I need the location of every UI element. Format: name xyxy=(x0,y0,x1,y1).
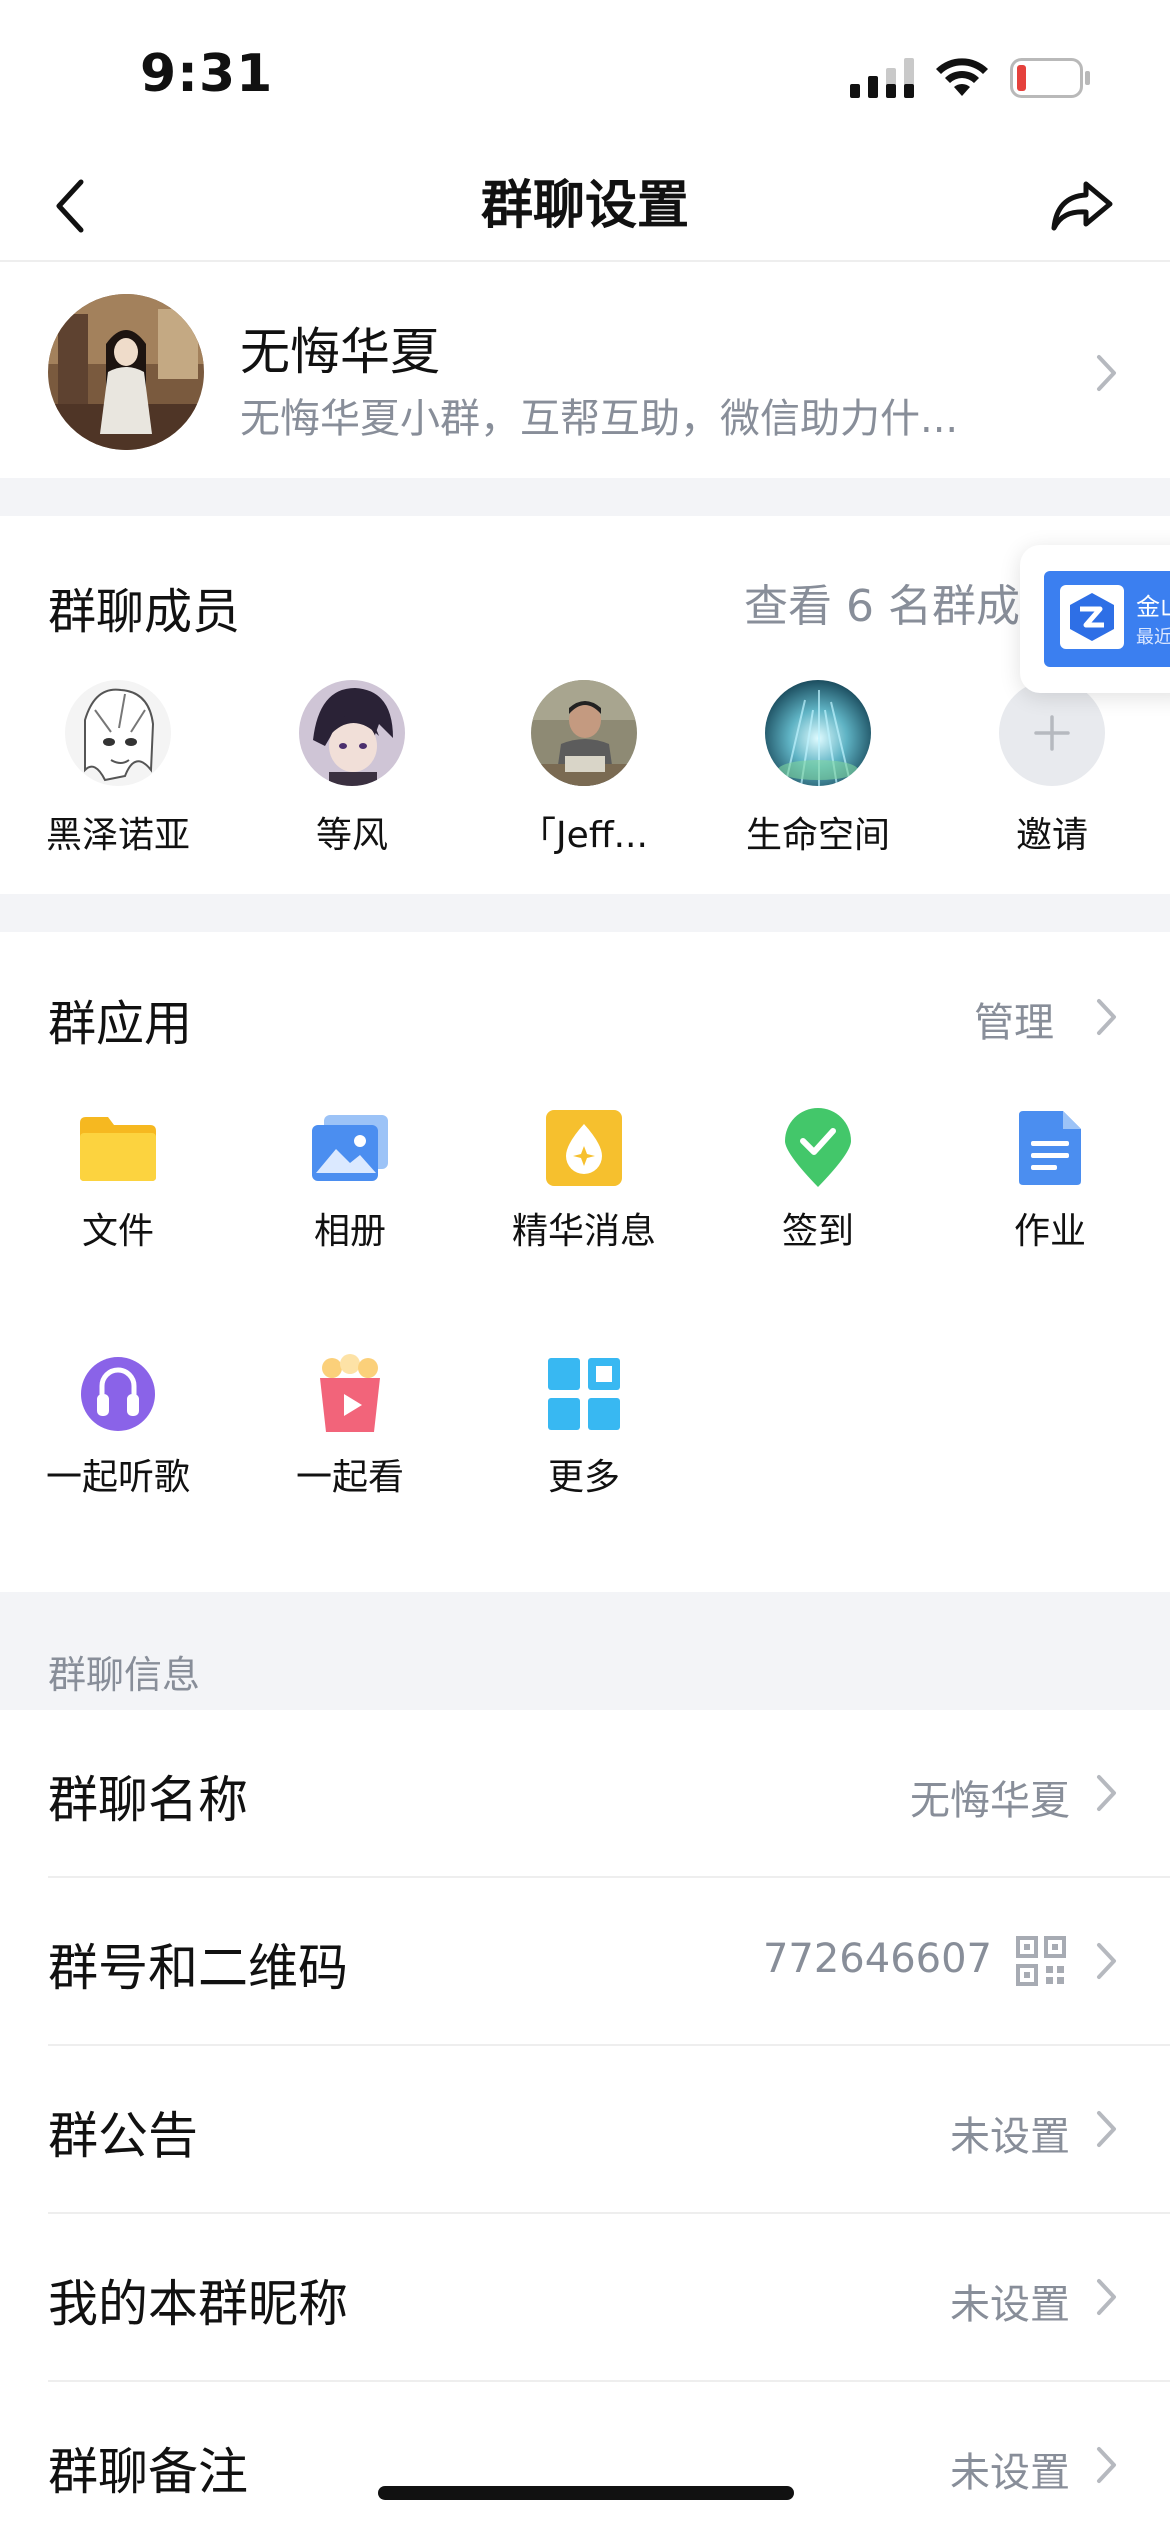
kingsoft-docs-logo-icon xyxy=(1060,585,1124,649)
member-avatar xyxy=(531,680,637,786)
app-listen-together[interactable]: 一起听歌 xyxy=(18,1354,218,1500)
apps-title: 群应用 xyxy=(48,996,193,1052)
chevron-right-icon xyxy=(1097,2111,1116,2147)
essence-message-icon xyxy=(544,1108,624,1188)
battery-low-icon xyxy=(1010,58,1090,98)
member-avatar xyxy=(299,680,405,786)
folder-icon xyxy=(78,1108,158,1188)
section-divider xyxy=(0,894,1170,932)
qr-code-icon xyxy=(1016,1936,1066,1986)
group-info-header: 群聊信息 xyxy=(0,1592,1170,1710)
member-name: 生命空间 xyxy=(745,815,890,856)
group-avatar xyxy=(48,294,204,450)
app-label: 签到 xyxy=(781,1211,854,1252)
app-essence-messages[interactable]: 精华消息 xyxy=(484,1108,684,1254)
app-label: 精华消息 xyxy=(511,1211,656,1252)
section-divider xyxy=(0,478,1170,516)
chevron-left-icon xyxy=(56,179,84,233)
chevron-right-icon xyxy=(1097,999,1116,1035)
group-profile-row[interactable]: 无悔华夏 无悔华夏小群，互帮互助，微信助力什... xyxy=(0,264,1170,478)
row-value: 未设置 xyxy=(950,2282,1070,2328)
group-name-row[interactable]: 群聊名称 无悔华夏 xyxy=(0,1710,1170,1878)
row-label: 群聊名称 xyxy=(48,1771,248,1829)
view-all-members-link[interactable]: 查看 6 名群成员 xyxy=(744,570,1064,634)
member-avatar xyxy=(765,680,871,786)
page-title: 群聊设置 xyxy=(480,176,689,236)
group-remark-row[interactable]: 群聊备注 未设置 xyxy=(0,2382,1170,2532)
cellular-signal-icon xyxy=(850,58,914,98)
member-item[interactable]: 生命空间 xyxy=(728,680,908,858)
invite-member-button[interactable]: 邀请 xyxy=(962,680,1142,858)
row-value: 未设置 xyxy=(950,2450,1070,2496)
watch-together-icon xyxy=(310,1354,390,1434)
chevron-right-icon xyxy=(1097,355,1116,391)
app-label: 更多 xyxy=(547,1457,620,1498)
photo-album-icon xyxy=(310,1108,390,1188)
floating-ad-banner: 金山 最近 xyxy=(1044,571,1170,667)
floating-ad-subtitle: 最近 xyxy=(1136,627,1170,648)
app-check-in[interactable]: 签到 xyxy=(718,1108,918,1254)
floating-ad-widget[interactable]: 金山 最近 xyxy=(1020,545,1170,693)
group-description: 无悔华夏小群，互帮互助，微信助力什... xyxy=(240,396,959,442)
group-apps-section: 群应用 管理 文件 相册 精华消息 签到 作业 一起听歌 一起看 更多 xyxy=(0,932,1170,1588)
app-watch-together[interactable]: 一起看 xyxy=(250,1354,450,1500)
home-indicator[interactable] xyxy=(378,2486,794,2500)
homework-icon xyxy=(1010,1108,1090,1188)
invite-label: 邀请 xyxy=(1015,815,1088,856)
member-item[interactable]: 黑泽诺亚 xyxy=(28,680,208,858)
invite-avatar xyxy=(999,680,1105,786)
group-settings-screen: 9:31 群聊设置 无悔华夏 无悔华夏小群，互帮互助，微信助力什... 群聊成员… xyxy=(0,0,1170,2532)
row-label: 我的本群昵称 xyxy=(48,2275,348,2333)
status-time: 9:31 xyxy=(140,44,274,104)
navigation-bar: 群聊设置 xyxy=(0,150,1170,262)
row-value: 无悔华夏 xyxy=(910,1778,1070,1824)
share-arrow-icon xyxy=(1051,181,1113,231)
plus-icon xyxy=(1034,715,1070,751)
chevron-right-icon xyxy=(1097,2447,1116,2483)
back-button[interactable] xyxy=(40,168,100,244)
check-in-icon xyxy=(778,1108,858,1188)
app-files[interactable]: 文件 xyxy=(18,1108,218,1254)
group-name: 无悔华夏 xyxy=(240,323,440,381)
share-button[interactable] xyxy=(1046,168,1118,244)
members-title: 群聊成员 xyxy=(48,584,241,640)
app-label: 相册 xyxy=(313,1211,386,1252)
member-avatar xyxy=(65,680,171,786)
app-homework[interactable]: 作业 xyxy=(950,1108,1150,1254)
group-info-section-label: 群聊信息 xyxy=(48,1653,201,1697)
member-name: 等风 xyxy=(315,815,388,856)
group-number-qr-row[interactable]: 群号和二维码 772646607 xyxy=(0,1878,1170,2046)
chevron-right-icon xyxy=(1097,1943,1116,1979)
chevron-right-icon xyxy=(1097,2279,1116,2315)
member-name: 黑泽诺亚 xyxy=(45,815,190,856)
app-photo-album[interactable]: 相册 xyxy=(250,1108,450,1254)
row-label: 群聊备注 xyxy=(48,2443,248,2501)
group-number-value: 772646607 xyxy=(762,1936,992,1982)
floating-ad-title: 金山 xyxy=(1136,593,1170,621)
member-name: 「Jeff... xyxy=(520,815,648,856)
more-apps-icon xyxy=(544,1354,624,1434)
app-label: 作业 xyxy=(1013,1211,1086,1252)
wifi-icon xyxy=(936,58,988,96)
group-announcement-row[interactable]: 群公告 未设置 xyxy=(0,2046,1170,2214)
row-value: 未设置 xyxy=(950,2114,1070,2160)
status-bar: 9:31 xyxy=(0,0,1170,150)
app-label: 一起听歌 xyxy=(45,1457,190,1498)
row-label: 群公告 xyxy=(48,2107,198,2165)
member-item[interactable]: 「Jeff... xyxy=(494,680,674,858)
row-label: 群号和二维码 xyxy=(48,1939,348,1997)
manage-apps-link[interactable]: 管理 xyxy=(974,990,1054,1048)
my-group-nickname-row[interactable]: 我的本群昵称 未设置 xyxy=(0,2214,1170,2382)
chevron-right-icon xyxy=(1097,1775,1116,1811)
listen-together-icon xyxy=(78,1354,158,1434)
member-item[interactable]: 等风 xyxy=(262,680,442,858)
group-info-list: 群聊名称 无悔华夏 群号和二维码 772646607 群公告 未设置 我的本群昵… xyxy=(0,1710,1170,2532)
app-label: 一起看 xyxy=(295,1457,404,1498)
app-more[interactable]: 更多 xyxy=(484,1354,684,1500)
group-members-section: 群聊成员 查看 6 名群成员 黑泽诺亚 等风 「Jeff... 生命空间 邀请 xyxy=(0,516,1170,894)
app-label: 文件 xyxy=(81,1211,154,1252)
